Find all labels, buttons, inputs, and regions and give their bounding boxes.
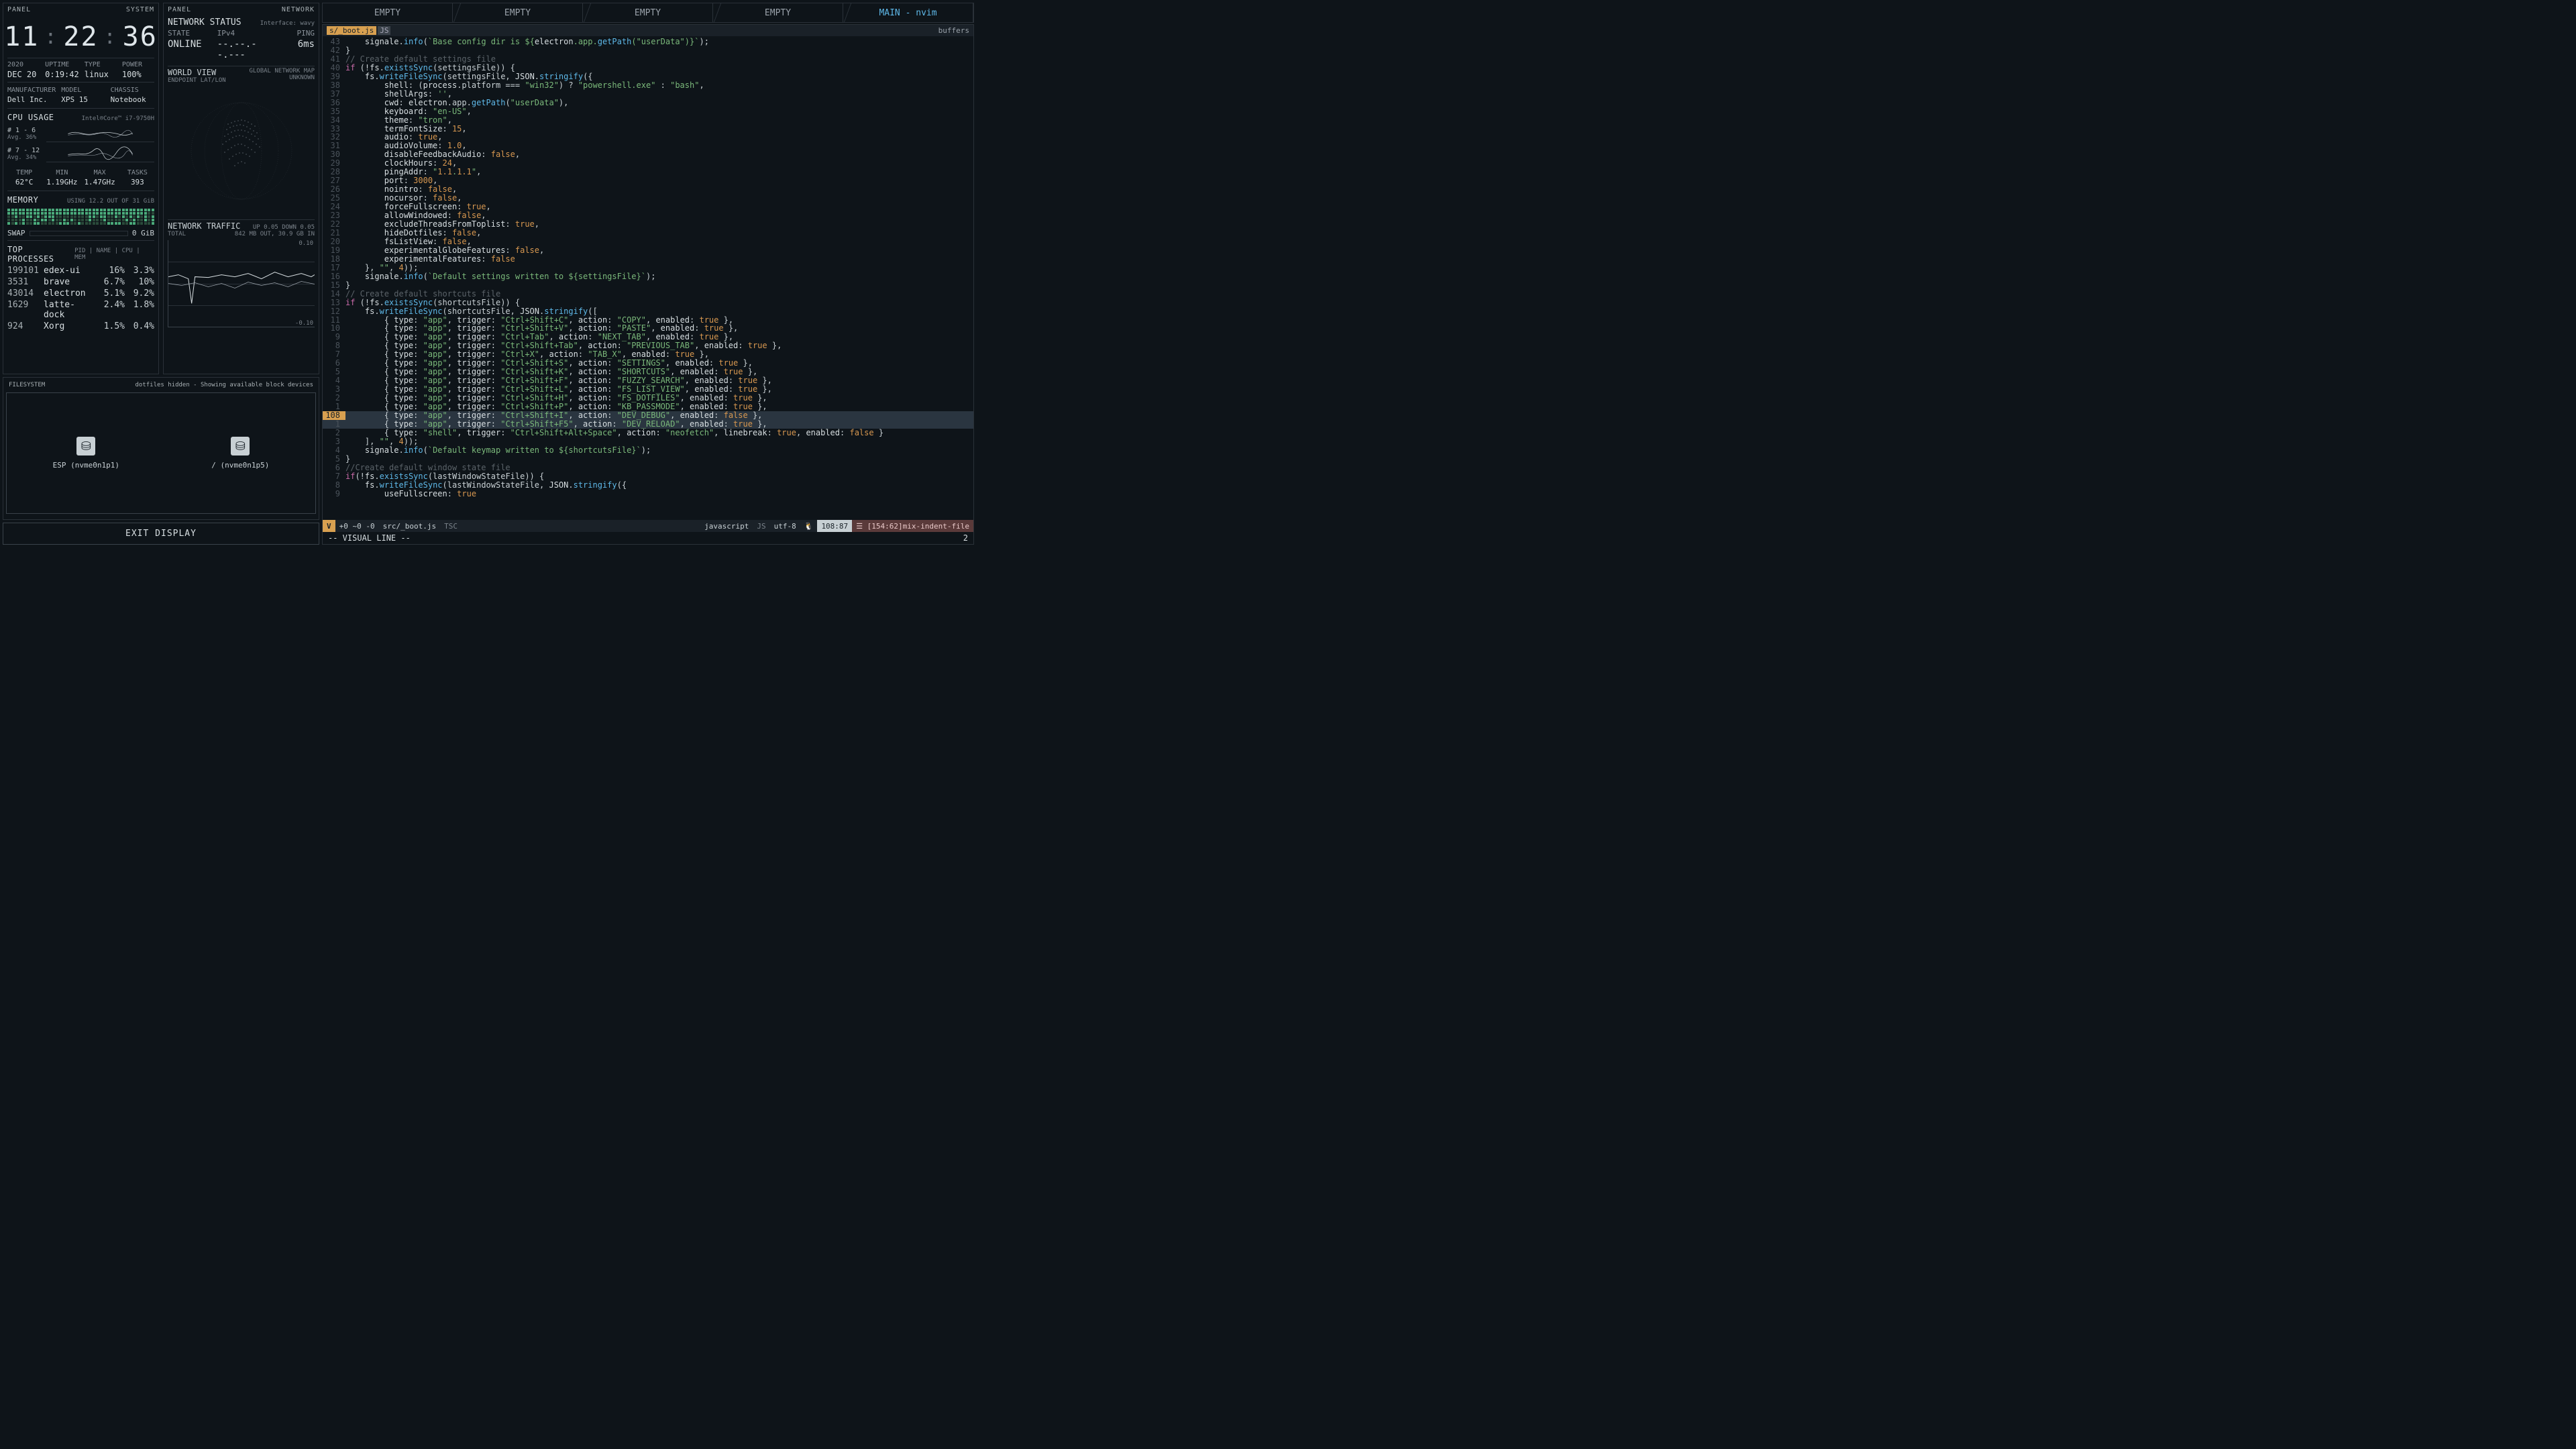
cpu-temp: 62°C: [7, 178, 41, 186]
endpoint-label: ENDPOINT LAT/LON: [168, 77, 226, 84]
swap-title: SWAP: [7, 229, 25, 237]
unix-icon: 🐧: [800, 520, 818, 532]
cpu-max: 1.47GHz: [83, 178, 117, 186]
process-row[interactable]: 1629latte-dock2.4%1.8%: [7, 299, 154, 321]
cursor-position: 108:87: [817, 520, 852, 532]
editor-filetype: JS: [378, 26, 390, 35]
fs-device-root[interactable]: ⛁ / (nvme0n1p5): [211, 437, 269, 470]
cpu-usage-title: CPU USAGE: [7, 113, 54, 122]
fs-device-esp[interactable]: ⛁ ESP (nvme0n1p1): [53, 437, 119, 470]
power-value: 100%: [122, 70, 154, 79]
code-line[interactable]: 43 signale.info(`Base config dir is ${el…: [323, 38, 973, 46]
date-value: DEC 20: [7, 70, 40, 79]
vim-mode: V: [323, 520, 335, 532]
cpu-sparkline-1: [46, 125, 154, 142]
filesystem-panel: FILESYSTEM dotfiles hidden - Showing ava…: [3, 377, 319, 520]
network-interface: Interface: wavy: [260, 20, 315, 27]
cpu-sparkline-2: [46, 145, 154, 162]
code-editor[interactable]: s/_boot.jsJS buffers 43 signale.info(`Ba…: [322, 24, 974, 545]
panel-label: PANEL: [7, 6, 31, 13]
top-processes-title: TOP PROCESSES: [7, 245, 74, 264]
cpu-model: Intel®Core™ i7-9750H: [82, 115, 154, 122]
network-state: ONLINE: [168, 39, 216, 60]
process-row[interactable]: 3531brave6.7%10%: [7, 276, 154, 288]
vim-cmdline: -- VISUAL LINE --: [328, 533, 411, 543]
cpu-cores-2-avg: Avg. 34%: [7, 154, 41, 161]
editor-tabs: EMPTY EMPTY EMPTY EMPTY MAIN - nvim: [322, 3, 974, 23]
vim-count: 2: [963, 533, 968, 543]
network-ping: 6ms: [266, 39, 315, 60]
code-line[interactable]: 2 { type: "shell", trigger: "Ctrl+Shift+…: [323, 429, 973, 437]
manufacturer-value: Dell Inc.: [7, 95, 56, 104]
editor-statusline: V +0 ~0 -0 src/_boot.js TSC javascript J…: [323, 520, 973, 532]
file-path: src/_boot.js: [379, 520, 440, 532]
tsc-status: TSC: [440, 520, 462, 532]
clock: 11 : 22 : 36: [7, 15, 154, 56]
tab-main-nvim[interactable]: MAIN - nvim: [843, 3, 973, 22]
system-info-grid: 2020 UPTIME TYPE POWER DEC 20 0:19:42 li…: [7, 60, 154, 80]
top-processes-cols: PID | NAME | CPU | MEM: [74, 248, 154, 261]
clock-minutes: 22: [63, 21, 98, 52]
traffic-chart: 0.10 -0.10: [168, 240, 315, 327]
type-value: linux: [85, 70, 117, 79]
tab-empty-3[interactable]: EMPTY: [583, 3, 713, 22]
js-icon: JS: [753, 520, 769, 532]
traffic-updown: UP 0.05 DOWN 0.05: [253, 224, 315, 231]
tab-empty-1[interactable]: EMPTY: [323, 3, 453, 22]
disk-icon: ⛁: [231, 437, 250, 455]
process-row[interactable]: 924Xorg1.5%0.4%: [7, 321, 154, 332]
panel-label: PANEL: [168, 6, 191, 13]
memory-usage: USING 12.2 OUT OF 31 GiB: [67, 198, 154, 205]
chassis-value: Notebook: [111, 95, 154, 104]
hardware-info: MANUFACTURER MODEL CHASSIS Dell Inc. XPS…: [7, 84, 154, 107]
process-row[interactable]: 43014electron5.1%9.2%: [7, 288, 154, 299]
uptime-value: 0:19:42: [45, 70, 79, 79]
globe-visualization: [168, 84, 315, 218]
network-traffic-title: NETWORK TRAFFIC: [168, 221, 240, 231]
filesystem-sub: dotfiles hidden - Showing available bloc…: [135, 382, 313, 388]
code-line[interactable]: 4 signale.info(`Default keymap written t…: [323, 446, 973, 455]
memory-grid: [7, 206, 154, 227]
disk-icon: ⛁: [76, 437, 95, 455]
buffers-label[interactable]: buffers: [938, 26, 969, 35]
network-panel: PANEL NETWORK NETWORK STATUS Interface: …: [163, 3, 319, 374]
panel-type: NETWORK: [282, 6, 315, 13]
cpu-min: 1.19GHz: [45, 178, 78, 186]
tab-empty-4[interactable]: EMPTY: [713, 3, 843, 22]
cpu-cores-1-label: # 1 - 6: [7, 127, 41, 134]
editor-filename: s/_boot.js: [327, 26, 376, 35]
network-ipv4: --.--.--.---: [217, 39, 266, 60]
model-value: XPS 15: [61, 95, 105, 104]
clock-seconds: 36: [123, 21, 158, 52]
system-panel: PANEL SYSTEM 11 : 22 : 36 2020 UPTIME TY…: [3, 3, 159, 374]
file-language: javascript: [700, 520, 753, 532]
process-row[interactable]: 199101edex-ui16%3.3%: [7, 265, 154, 276]
code-line[interactable]: 16 signale.info(`Default settings writte…: [323, 272, 973, 281]
traffic-total: 842 MB OUT, 30.9 GB IN: [235, 231, 315, 237]
swap-value: 0 GiB: [132, 229, 154, 237]
exit-display-button[interactable]: EXIT DISPLAY: [3, 523, 319, 545]
code-line[interactable]: 18 experimentalFeatures: false: [323, 255, 973, 264]
diff-status: +0 ~0 -0: [335, 520, 379, 532]
swap-bar: [30, 231, 128, 236]
world-view-title: WORLD VIEW: [168, 68, 226, 77]
filesystem-title: FILESYSTEM: [9, 382, 45, 388]
process-list: 199101edex-ui16%3.3%3531brave6.7%10%4301…: [7, 265, 154, 332]
panel-type: SYSTEM: [126, 6, 154, 13]
network-status-title: NETWORK STATUS: [168, 17, 241, 28]
code-area[interactable]: 43 signale.info(`Base config dir is ${el…: [323, 36, 973, 520]
endpoint-value: UNKNOWN: [249, 74, 315, 81]
file-encoding: utf-8: [770, 520, 800, 532]
code-line[interactable]: 12 fs.writeFileSync(shortcutsFile, JSON.…: [323, 307, 973, 316]
memory-title: MEMORY: [7, 195, 38, 205]
lint-warning: ☰ [154:62]mix-indent-file: [852, 520, 973, 532]
cpu-cores-2-label: # 7 - 12: [7, 147, 41, 154]
cpu-tasks: 393: [121, 178, 154, 186]
clock-hours: 11: [4, 21, 39, 52]
code-line[interactable]: 9 useFullscreen: true: [323, 490, 973, 498]
tab-empty-2[interactable]: EMPTY: [453, 3, 583, 22]
cpu-cores-1-avg: Avg. 36%: [7, 134, 41, 141]
